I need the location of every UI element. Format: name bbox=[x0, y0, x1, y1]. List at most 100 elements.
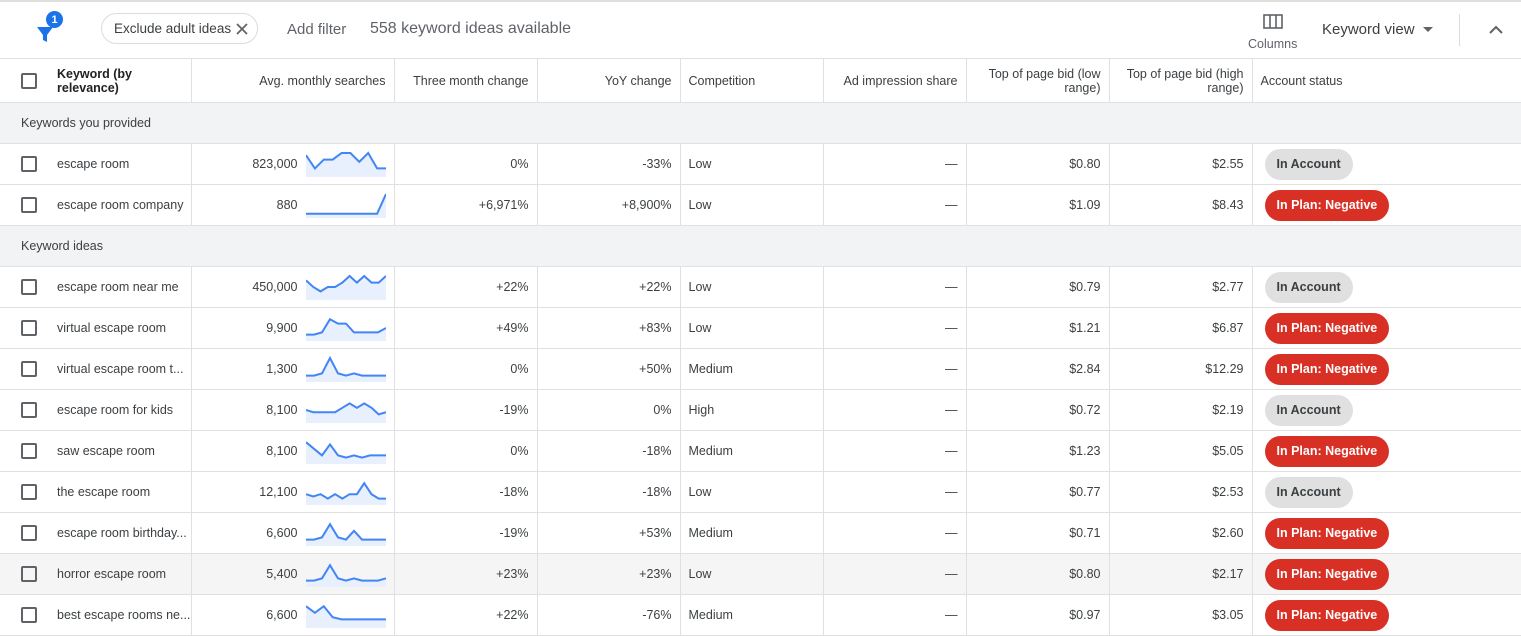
keyword-cell: escape room for kids bbox=[49, 389, 192, 431]
row-checkbox[interactable] bbox=[21, 484, 37, 500]
header-status[interactable]: Account status bbox=[1252, 58, 1521, 103]
keyword-text[interactable]: escape room bbox=[57, 157, 190, 171]
header-three-month[interactable]: Three month change bbox=[394, 58, 538, 103]
table-row[interactable]: escape room 823,000 0% -33% Low — $0.80 $2.55 In… bbox=[0, 143, 1521, 185]
account-status-button[interactable]: In Account bbox=[1264, 394, 1353, 426]
trend-sparkline bbox=[305, 522, 386, 546]
keyword-text[interactable]: best escape rooms ne... bbox=[57, 608, 190, 622]
header-bid-low[interactable]: Top of page bid (low range) bbox=[966, 58, 1110, 103]
account-status-cell: In Plan: Negative bbox=[1252, 553, 1521, 595]
keyword-text[interactable]: the escape room bbox=[57, 485, 190, 499]
row-checkbox[interactable] bbox=[21, 607, 37, 623]
keyword-text[interactable]: virtual escape room bbox=[57, 321, 190, 335]
columns-label: Columns bbox=[1248, 37, 1298, 51]
close-icon[interactable] bbox=[235, 22, 249, 36]
row-checkbox-cell bbox=[0, 307, 49, 349]
trend-sparkline bbox=[305, 563, 386, 587]
keyword-text[interactable]: virtual escape room t... bbox=[57, 362, 190, 376]
keyword-text[interactable]: horror escape room bbox=[57, 567, 190, 581]
yoy-change: +53% bbox=[537, 512, 681, 554]
keyword-text[interactable]: escape room for kids bbox=[57, 403, 190, 417]
searches-wrap: 5,400 bbox=[192, 561, 394, 587]
row-checkbox[interactable] bbox=[21, 320, 37, 336]
searches-value: 6,600 bbox=[266, 608, 298, 622]
header-bid-high[interactable]: Top of page bid (high range) bbox=[1109, 58, 1253, 103]
keyword-cell: virtual escape room bbox=[49, 307, 192, 349]
three-month-change: +49% bbox=[394, 307, 538, 349]
searches-value: 450,000 bbox=[252, 280, 298, 294]
table-row[interactable]: saw escape room 8,100 0% -18% Medium — $1.23 $5… bbox=[0, 430, 1521, 472]
row-checkbox[interactable] bbox=[21, 279, 37, 295]
account-status-button[interactable]: In Account bbox=[1264, 271, 1353, 303]
row-checkbox[interactable] bbox=[21, 566, 37, 582]
searches-value: 9,900 bbox=[266, 321, 298, 335]
bid-high: $2.77 bbox=[1109, 266, 1253, 308]
row-checkbox[interactable] bbox=[21, 197, 37, 213]
table-row[interactable]: escape room company 880 +6,971% +8,900% Low —… bbox=[0, 184, 1521, 226]
bid-high: $2.19 bbox=[1109, 389, 1253, 431]
account-status-button[interactable]: In Plan: Negative bbox=[1264, 312, 1390, 344]
group-keyword-ideas-label: Keyword ideas bbox=[0, 225, 1521, 267]
bid-high: $3.05 bbox=[1109, 594, 1253, 636]
account-status-button[interactable]: In Account bbox=[1264, 476, 1353, 508]
searches-wrap: 1,300 bbox=[192, 356, 394, 382]
searches-value: 12,100 bbox=[259, 485, 298, 499]
select-all-checkbox[interactable] bbox=[21, 72, 37, 89]
keyword-text[interactable]: escape room company bbox=[57, 198, 190, 212]
searches-cell: 1,300 bbox=[191, 348, 395, 390]
ad-impression-share: — bbox=[823, 307, 967, 349]
add-filter-button[interactable]: Add filter bbox=[287, 21, 346, 38]
header-competition[interactable]: Competition bbox=[680, 58, 824, 103]
account-status-button[interactable]: In Plan: Negative bbox=[1264, 435, 1390, 467]
row-checkbox[interactable] bbox=[21, 156, 37, 172]
table-row[interactable]: the escape room 12,100 -18% -18% Low — $0.77 $2… bbox=[0, 471, 1521, 513]
bid-low: $1.23 bbox=[966, 430, 1110, 472]
account-status-button[interactable]: In Plan: Negative bbox=[1264, 558, 1390, 590]
row-checkbox[interactable] bbox=[21, 402, 37, 418]
keyword-text[interactable]: escape room near me bbox=[57, 280, 190, 294]
bid-low: $0.79 bbox=[966, 266, 1110, 308]
header-yoy[interactable]: YoY change bbox=[537, 58, 681, 103]
yoy-change: -18% bbox=[537, 430, 681, 472]
sparkline-area bbox=[305, 524, 386, 546]
columns-button[interactable]: Columns bbox=[1246, 8, 1300, 54]
keyword-view-dropdown[interactable]: Keyword view bbox=[1322, 21, 1433, 38]
account-status-button[interactable]: In Plan: Negative bbox=[1264, 353, 1390, 385]
row-checkbox-cell bbox=[0, 266, 49, 308]
table-row[interactable]: horror escape room 5,400 +23% +23% Low — $0.80… bbox=[0, 553, 1521, 595]
ad-impression-share: — bbox=[823, 266, 967, 308]
table-row[interactable]: virtual escape room t... 1,300 0% +50% Mediu… bbox=[0, 348, 1521, 390]
account-status-button[interactable]: In Plan: Negative bbox=[1264, 599, 1390, 631]
chevron-up-icon[interactable] bbox=[1486, 20, 1506, 40]
table-row[interactable]: best escape rooms ne... 6,600 +22% -76% Medi… bbox=[0, 594, 1521, 636]
yoy-change: 0% bbox=[537, 389, 681, 431]
trend-sparkline bbox=[305, 274, 386, 300]
account-status-cell: In Account bbox=[1252, 389, 1521, 431]
competition: Low bbox=[680, 266, 824, 308]
keyword-text[interactable]: escape room birthday... bbox=[57, 526, 190, 540]
table-row[interactable]: virtual escape room 9,900 +49% +83% Low — $1.2… bbox=[0, 307, 1521, 349]
bid-high: $2.17 bbox=[1109, 553, 1253, 595]
sparkline-line bbox=[305, 522, 386, 541]
yoy-change: +23% bbox=[537, 553, 681, 595]
table-row[interactable]: escape room for kids 8,100 -19% 0% High — $0.7… bbox=[0, 389, 1521, 431]
keyword-text[interactable]: saw escape room bbox=[57, 444, 190, 458]
account-status-button[interactable]: In Account bbox=[1264, 148, 1353, 180]
table-row[interactable]: escape room near me 450,000 +22% +22% Low — $0… bbox=[0, 266, 1521, 308]
filter-chip-exclude-adult[interactable]: Exclude adult ideas bbox=[101, 13, 258, 44]
account-status-button[interactable]: In Plan: Negative bbox=[1264, 189, 1390, 221]
row-checkbox[interactable] bbox=[21, 443, 37, 459]
account-status-cell: In Plan: Negative bbox=[1252, 307, 1521, 349]
table-row[interactable]: escape room birthday... 6,600 -19% +53% Medi… bbox=[0, 512, 1521, 554]
account-status-button[interactable]: In Plan: Negative bbox=[1264, 517, 1390, 549]
row-checkbox-cell bbox=[0, 143, 49, 185]
group-keyword-ideas: Keyword ideas bbox=[0, 225, 1521, 267]
row-checkbox[interactable] bbox=[21, 525, 37, 541]
header-row: Keyword (by relevance) Avg. monthly sear… bbox=[0, 58, 1521, 103]
searches-cell: 6,600 bbox=[191, 594, 395, 636]
row-checkbox[interactable] bbox=[21, 361, 37, 377]
header-keyword[interactable]: Keyword (by relevance) bbox=[49, 58, 192, 103]
header-searches[interactable]: Avg. monthly searches bbox=[191, 58, 395, 103]
header-impression[interactable]: Ad impression share bbox=[823, 58, 967, 103]
yoy-change: -18% bbox=[537, 471, 681, 513]
